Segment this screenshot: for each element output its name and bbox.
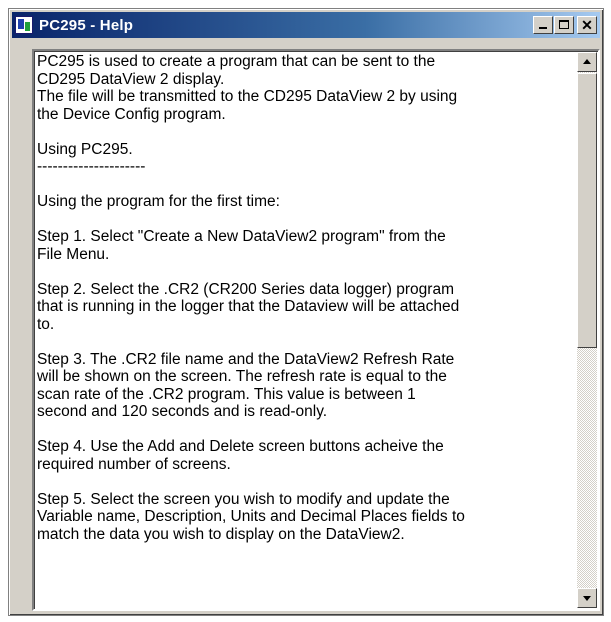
scroll-down-button[interactable] <box>577 588 597 608</box>
arrow-up-icon <box>583 59 591 64</box>
title-bar[interactable]: PC295 - Help ✕ <box>12 12 600 38</box>
maximize-icon <box>559 20 569 29</box>
help-paragraph: Step 3. The .CR2 file name and the DataV… <box>37 350 455 421</box>
scroll-up-button[interactable] <box>577 52 597 72</box>
minimize-icon <box>539 27 547 29</box>
maximize-button[interactable] <box>554 16 574 34</box>
help-paragraph: Step 5. Select the screen you wish to mo… <box>37 490 465 543</box>
help-text-area[interactable]: PC295 is used to create a program that c… <box>32 49 600 611</box>
help-paragraph: Using PC295. --------------------- <box>37 140 146 176</box>
arrow-down-icon <box>583 596 591 601</box>
help-paragraph: Using the program for the first time: <box>37 193 280 210</box>
window-controls: ✕ <box>532 16 597 34</box>
scrollbar-thumb[interactable] <box>577 73 597 348</box>
close-button[interactable]: ✕ <box>577 16 597 34</box>
minimize-button[interactable] <box>533 16 553 34</box>
help-window: PC295 - Help ✕ PC295 is used to create a… <box>8 8 604 616</box>
help-paragraph: PC295 is used to create a program that c… <box>37 53 458 123</box>
window-title: PC295 - Help <box>39 16 134 34</box>
help-paragraph: Step 2. Select the .CR2 (CR200 Series da… <box>37 280 460 333</box>
help-paragraph: Step 4. Use the Add and Delete screen bu… <box>37 438 444 473</box>
help-paragraph: Step 1. Select "Create a New DataView2 p… <box>37 228 446 263</box>
app-icon[interactable] <box>15 16 33 34</box>
vertical-scrollbar[interactable] <box>577 52 597 608</box>
help-content: PC295 is used to create a program that c… <box>37 53 556 607</box>
close-icon: ✕ <box>581 17 593 33</box>
